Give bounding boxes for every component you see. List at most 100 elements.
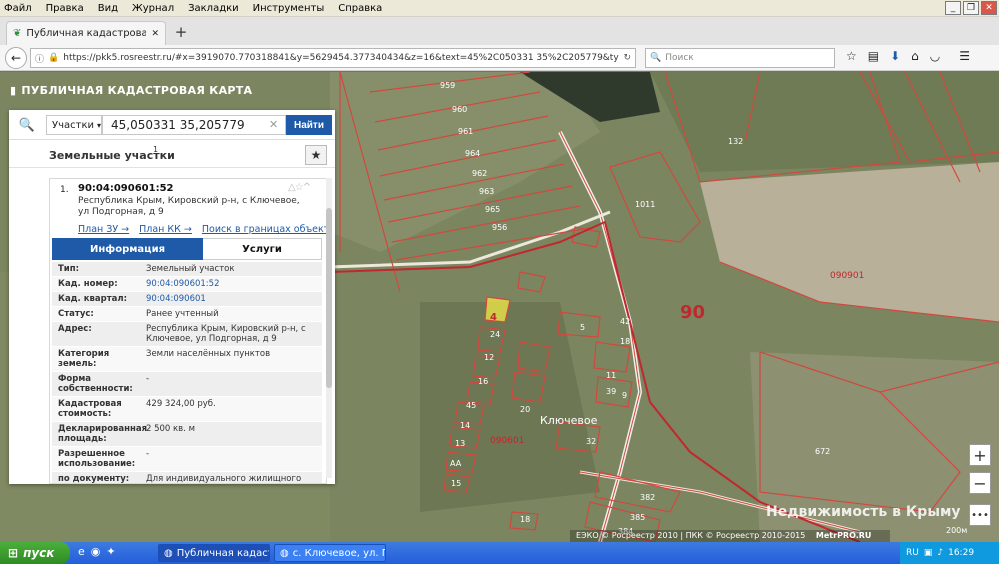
url-bar[interactable]: ⓘ 🔒 https://pkk5.rosreestr.ru/#x=3919070… bbox=[30, 48, 636, 68]
info-row: Адрес: Республика Крым, Кировский р-н, с … bbox=[52, 322, 322, 347]
task-label: с. Ключевое, ул. По... bbox=[292, 547, 385, 559]
info-row-key: Кад. квартал: bbox=[58, 294, 127, 304]
map-parcel-label: AA bbox=[450, 459, 462, 468]
restore-icon[interactable]: ❐ bbox=[963, 1, 979, 15]
info-row-value[interactable]: 90:04:090601:52 bbox=[142, 277, 322, 291]
info-row-key: Категория земель: bbox=[58, 349, 110, 369]
pocket-icon[interactable]: ◡ bbox=[930, 49, 940, 63]
menu-history[interactable]: Журнал bbox=[132, 3, 174, 14]
result-item[interactable]: 1. 90:04:090601:52 △☆^ Республика Крым, … bbox=[49, 178, 327, 484]
info-row-value: Земельный участок bbox=[146, 264, 235, 274]
info-row-key: Статус: bbox=[58, 309, 94, 319]
more-tools-button[interactable]: ••• bbox=[969, 504, 991, 526]
close-window-icon[interactable]: ✕ bbox=[981, 1, 997, 15]
leaf-icon: ❦ bbox=[13, 28, 22, 39]
quarter-label: 090901 bbox=[830, 271, 864, 281]
info-row: Статус: Ранее учтенный bbox=[52, 307, 322, 322]
map-parcel-label: 13 bbox=[455, 439, 465, 448]
menu-edit[interactable]: Правка bbox=[46, 3, 84, 14]
taskbar-task-browser[interactable]: ◍ Публичная кадастр... bbox=[158, 544, 270, 562]
info-row-key: Кад. номер: bbox=[58, 279, 118, 289]
info-icon[interactable]: ⓘ bbox=[35, 52, 44, 65]
network-icon[interactable]: ▣ bbox=[924, 548, 933, 558]
map-parcel-label: 963 bbox=[479, 187, 494, 196]
minimize-icon[interactable]: _ bbox=[945, 1, 961, 15]
map-parcel-label: 132 bbox=[728, 137, 743, 146]
reading-list-icon[interactable]: ▤ bbox=[868, 49, 879, 63]
window-controls: _ ❐ ✕ bbox=[945, 1, 997, 15]
village-label: Ключевое bbox=[540, 414, 598, 427]
search-in-bounds-link[interactable]: Поиск в границах объекта → bbox=[202, 224, 326, 235]
arrow-left-icon: ← bbox=[10, 51, 22, 65]
rating-icons[interactable]: △☆^ bbox=[288, 182, 311, 193]
cadastral-map[interactable]: 959 960 961 964 962 963 965 956 1011 132… bbox=[0, 72, 999, 542]
menu-tools[interactable]: Инструменты bbox=[253, 3, 325, 14]
bookmark-star-icon[interactable]: ☆ bbox=[846, 49, 857, 63]
watermark-site: MetrPRO.RU bbox=[815, 531, 872, 540]
reload-icon[interactable]: ↻ bbox=[623, 53, 631, 63]
favorite-button[interactable]: ★ bbox=[305, 145, 327, 165]
back-button[interactable]: ← bbox=[5, 47, 27, 69]
result-cadastral-number[interactable]: 90:04:090601:52 bbox=[78, 183, 174, 194]
start-button[interactable]: ⊞ пуск bbox=[0, 542, 70, 564]
scrollbar[interactable] bbox=[326, 178, 332, 478]
search-type-select[interactable]: Участки ▾ bbox=[46, 115, 102, 135]
scrollbar-thumb[interactable] bbox=[326, 208, 332, 388]
taskbar-task-page[interactable]: ◍ с. Ключевое, ул. По... bbox=[274, 544, 386, 562]
download-icon[interactable]: ⬇ bbox=[890, 49, 900, 63]
caret-down-icon: ▾ bbox=[97, 120, 102, 130]
close-icon[interactable]: ✕ bbox=[151, 29, 159, 39]
new-tab-button[interactable]: + bbox=[172, 23, 190, 41]
info-row-value: 429 324,00 руб. bbox=[146, 399, 216, 409]
chrome-icon[interactable]: ◉ bbox=[91, 545, 101, 558]
info-row-value[interactable]: 90:04:090601 bbox=[142, 292, 322, 306]
map-parcel-label: 382 bbox=[640, 493, 655, 502]
map-parcel-label: 959 bbox=[440, 81, 455, 90]
map-parcel-label: 14 bbox=[460, 421, 470, 430]
hamburger-menu-icon[interactable]: ☰ bbox=[959, 49, 970, 63]
taskbar: ⊞ пуск e ◉ ✦ ◍ Публичная кадастр... ◍ с.… bbox=[0, 542, 999, 564]
ie-icon[interactable]: e bbox=[78, 545, 85, 558]
menu-file[interactable]: Файл bbox=[4, 3, 32, 14]
map-parcel-label: 965 bbox=[485, 205, 500, 214]
menu-bookmarks[interactable]: Закладки bbox=[188, 3, 239, 14]
language-indicator[interactable]: RU bbox=[906, 548, 919, 558]
search-type-value: Участки bbox=[52, 119, 94, 131]
search-panel: 🔍 Участки ▾ ✕ Найти Земельные участки 1 … bbox=[9, 110, 335, 484]
plan-kk-link[interactable]: План КК → bbox=[139, 224, 192, 235]
zoom-in-button[interactable]: + bbox=[969, 444, 991, 466]
map-parcel-label: 45 bbox=[466, 401, 476, 410]
volume-icon[interactable]: ♪ bbox=[937, 548, 943, 558]
plus-icon: + bbox=[973, 445, 987, 465]
home-icon[interactable]: ⌂ bbox=[911, 49, 919, 63]
url-text[interactable]: https://pkk5.rosreestr.ru/#x=3919070.770… bbox=[63, 53, 619, 63]
search-row: 🔍 Участки ▾ ✕ Найти bbox=[9, 110, 335, 140]
map-parcel-label: 1011 bbox=[635, 200, 655, 209]
tab-info[interactable]: Информация bbox=[52, 238, 203, 260]
menu-view[interactable]: Вид bbox=[98, 3, 118, 14]
plan-zu-link[interactable]: План ЗУ → bbox=[78, 224, 129, 235]
star-icon: ★ bbox=[310, 148, 322, 162]
find-button[interactable]: Найти bbox=[286, 115, 332, 135]
info-row-value: 2 500 кв. м bbox=[146, 424, 195, 434]
search-icon[interactable]: 🔍 bbox=[14, 115, 40, 135]
browser-search-box[interactable]: 🔍 Поиск bbox=[645, 48, 835, 68]
map-parcel-label: 5 bbox=[580, 323, 585, 332]
info-row-key: Разрешенное использование: bbox=[58, 449, 136, 469]
firefox-icon[interactable]: ✦ bbox=[106, 545, 115, 558]
zoom-out-button[interactable]: − bbox=[969, 472, 991, 494]
task-label: Публичная кадастр... bbox=[176, 547, 269, 559]
map-parcel-label: 20 bbox=[520, 405, 530, 414]
info-row: Кадастровая стоимость: 429 324,00 руб. bbox=[52, 397, 322, 422]
result-address: Республика Крым, Кировский р-н, с Ключев… bbox=[78, 196, 300, 217]
result-tabs: Информация Услуги bbox=[52, 238, 322, 260]
browser-tab[interactable]: ❦ Публичная кадастровая к... ✕ bbox=[6, 21, 166, 45]
coordinates-input[interactable] bbox=[102, 115, 286, 135]
info-row: Кад. квартал: 90:04:090601 bbox=[52, 292, 322, 307]
map-parcel-label: 42 bbox=[620, 317, 630, 326]
map-parcel-label: 960 bbox=[452, 105, 467, 114]
info-row: Декларированная площадь: 2 500 кв. м bbox=[52, 422, 322, 447]
clear-icon[interactable]: ✕ bbox=[269, 118, 278, 131]
tab-services[interactable]: Услуги bbox=[203, 238, 322, 260]
menu-help[interactable]: Справка bbox=[338, 3, 382, 14]
